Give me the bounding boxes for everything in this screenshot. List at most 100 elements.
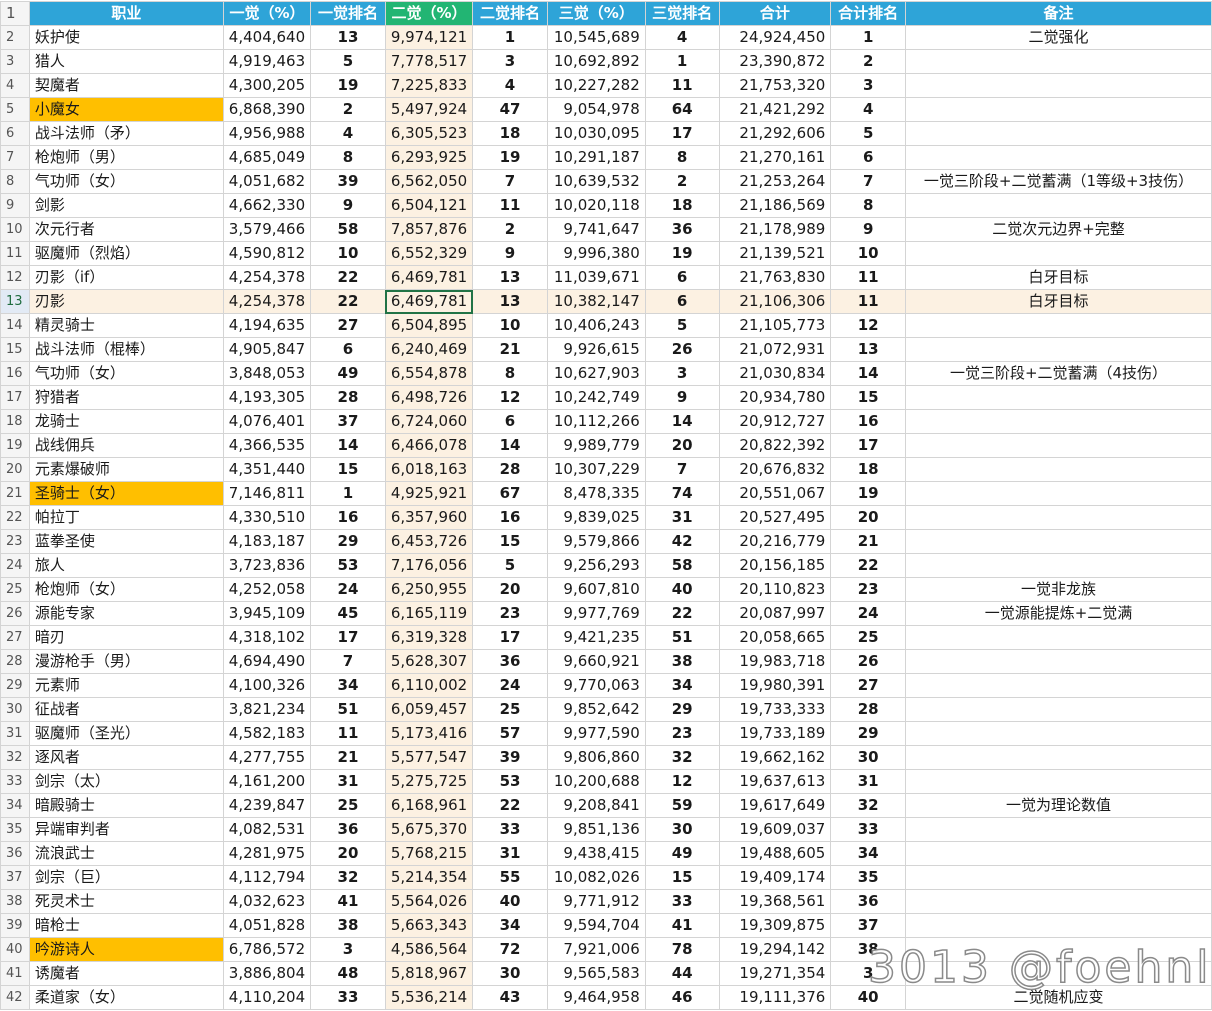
total-value[interactable]: 20,676,832 (718, 457, 832, 482)
column-header[interactable]: 三觉排名 (644, 1, 720, 26)
awaken1-value[interactable]: 3,723,836 (222, 553, 312, 578)
column-header[interactable]: 备注 (905, 1, 1212, 26)
awaken2-rank[interactable]: 2 (472, 217, 548, 242)
awaken1-rank[interactable]: 24 (310, 577, 386, 602)
awaken1-value[interactable]: 4,161,200 (222, 769, 312, 794)
awaken2-value[interactable]: 6,554,878 (384, 361, 474, 386)
awaken1-rank[interactable]: 58 (310, 217, 386, 242)
row-number[interactable]: 34 (0, 793, 30, 818)
awaken2-rank[interactable]: 36 (472, 649, 548, 674)
job-cell[interactable]: 龙骑士 (28, 409, 224, 434)
total-rank[interactable]: 29 (830, 721, 906, 746)
awaken1-value[interactable]: 4,404,640 (222, 25, 312, 50)
awaken1-value[interactable]: 4,110,204 (222, 985, 312, 1010)
column-header[interactable]: 一觉排名 (310, 1, 386, 26)
awaken1-rank[interactable]: 14 (310, 433, 386, 458)
awaken3-value[interactable]: 10,227,282 (546, 73, 646, 98)
column-header[interactable]: 二觉（%） (384, 1, 474, 26)
awaken3-value[interactable]: 10,307,229 (546, 457, 646, 482)
row-number[interactable]: 2 (0, 25, 30, 50)
awaken3-rank[interactable]: 34 (644, 673, 720, 698)
awaken1-value[interactable]: 4,300,205 (222, 73, 312, 98)
column-header[interactable]: 合计排名 (830, 1, 906, 26)
awaken1-rank[interactable]: 7 (310, 649, 386, 674)
total-value[interactable]: 21,030,834 (718, 361, 832, 386)
column-header[interactable]: 职业 (28, 1, 224, 26)
awaken3-rank[interactable]: 9 (644, 385, 720, 410)
awaken1-rank[interactable]: 36 (310, 817, 386, 842)
row-number[interactable]: 21 (0, 481, 30, 506)
column-header[interactable]: 合计 (718, 1, 832, 26)
awaken2-rank[interactable]: 12 (472, 385, 548, 410)
total-value[interactable]: 19,733,189 (718, 721, 832, 746)
awaken2-value[interactable]: 6,110,002 (384, 673, 474, 698)
awaken1-value[interactable]: 4,330,510 (222, 505, 312, 530)
total-rank[interactable]: 28 (830, 697, 906, 722)
note-cell[interactable] (905, 505, 1212, 530)
row-number[interactable]: 22 (0, 505, 30, 530)
total-value[interactable]: 24,924,450 (718, 25, 832, 50)
column-header[interactable]: 一觉（%） (222, 1, 312, 26)
note-cell[interactable] (905, 937, 1212, 962)
job-cell[interactable]: 猎人 (28, 49, 224, 74)
total-value[interactable]: 19,271,354 (718, 961, 832, 986)
total-value[interactable]: 21,106,306 (718, 289, 832, 314)
job-cell[interactable]: 剑影 (28, 193, 224, 218)
awaken3-value[interactable]: 9,565,583 (546, 961, 646, 986)
job-cell[interactable]: 旅人 (28, 553, 224, 578)
column-header[interactable]: 二觉排名 (472, 1, 548, 26)
awaken2-value[interactable]: 6,018,163 (384, 457, 474, 482)
awaken2-rank[interactable]: 4 (472, 73, 548, 98)
awaken2-rank[interactable]: 3 (472, 49, 548, 74)
row-number[interactable]: 37 (0, 865, 30, 890)
row-number[interactable]: 7 (0, 145, 30, 170)
awaken3-rank[interactable]: 49 (644, 841, 720, 866)
awaken2-rank[interactable]: 33 (472, 817, 548, 842)
awaken2-value[interactable]: 6,305,523 (384, 121, 474, 146)
total-rank[interactable]: 14 (830, 361, 906, 386)
awaken1-rank[interactable]: 29 (310, 529, 386, 554)
row-number[interactable]: 41 (0, 961, 30, 986)
awaken2-value[interactable]: 6,469,781 (384, 289, 474, 314)
awaken3-value[interactable]: 9,741,647 (546, 217, 646, 242)
note-cell[interactable] (905, 193, 1212, 218)
awaken1-value[interactable]: 4,100,326 (222, 673, 312, 698)
row-number[interactable]: 32 (0, 745, 30, 770)
job-cell[interactable]: 死灵术士 (28, 889, 224, 914)
awaken2-value[interactable]: 6,724,060 (384, 409, 474, 434)
total-rank[interactable]: 13 (830, 337, 906, 362)
total-value[interactable]: 19,294,142 (718, 937, 832, 962)
awaken2-value[interactable]: 7,176,056 (384, 553, 474, 578)
awaken1-rank[interactable]: 13 (310, 25, 386, 50)
job-cell[interactable]: 气功师（女） (28, 169, 224, 194)
awaken3-value[interactable]: 9,438,415 (546, 841, 646, 866)
awaken1-rank[interactable]: 28 (310, 385, 386, 410)
note-cell[interactable] (905, 721, 1212, 746)
awaken1-rank[interactable]: 22 (310, 265, 386, 290)
row-number[interactable]: 19 (0, 433, 30, 458)
note-cell[interactable] (905, 745, 1212, 770)
awaken2-rank[interactable]: 20 (472, 577, 548, 602)
awaken1-value[interactable]: 7,146,811 (222, 481, 312, 506)
awaken3-rank[interactable]: 18 (644, 193, 720, 218)
row-number[interactable]: 3 (0, 49, 30, 74)
job-cell[interactable]: 源能专家 (28, 601, 224, 626)
total-value[interactable]: 21,105,773 (718, 313, 832, 338)
awaken2-rank[interactable]: 55 (472, 865, 548, 890)
total-rank[interactable]: 22 (830, 553, 906, 578)
total-rank[interactable]: 30 (830, 745, 906, 770)
awaken2-rank[interactable]: 47 (472, 97, 548, 122)
awaken2-rank[interactable]: 34 (472, 913, 548, 938)
job-cell[interactable]: 柔道家（女） (28, 985, 224, 1010)
awaken3-value[interactable]: 7,921,006 (546, 937, 646, 962)
total-value[interactable]: 19,662,162 (718, 745, 832, 770)
awaken1-value[interactable]: 4,183,187 (222, 529, 312, 554)
awaken2-value[interactable]: 6,504,121 (384, 193, 474, 218)
awaken3-rank[interactable]: 74 (644, 481, 720, 506)
awaken2-value[interactable]: 5,818,967 (384, 961, 474, 986)
awaken1-value[interactable]: 4,919,463 (222, 49, 312, 74)
row-number[interactable]: 25 (0, 577, 30, 602)
awaken3-value[interactable]: 10,639,532 (546, 169, 646, 194)
row-number[interactable]: 9 (0, 193, 30, 218)
awaken2-value[interactable]: 6,357,960 (384, 505, 474, 530)
